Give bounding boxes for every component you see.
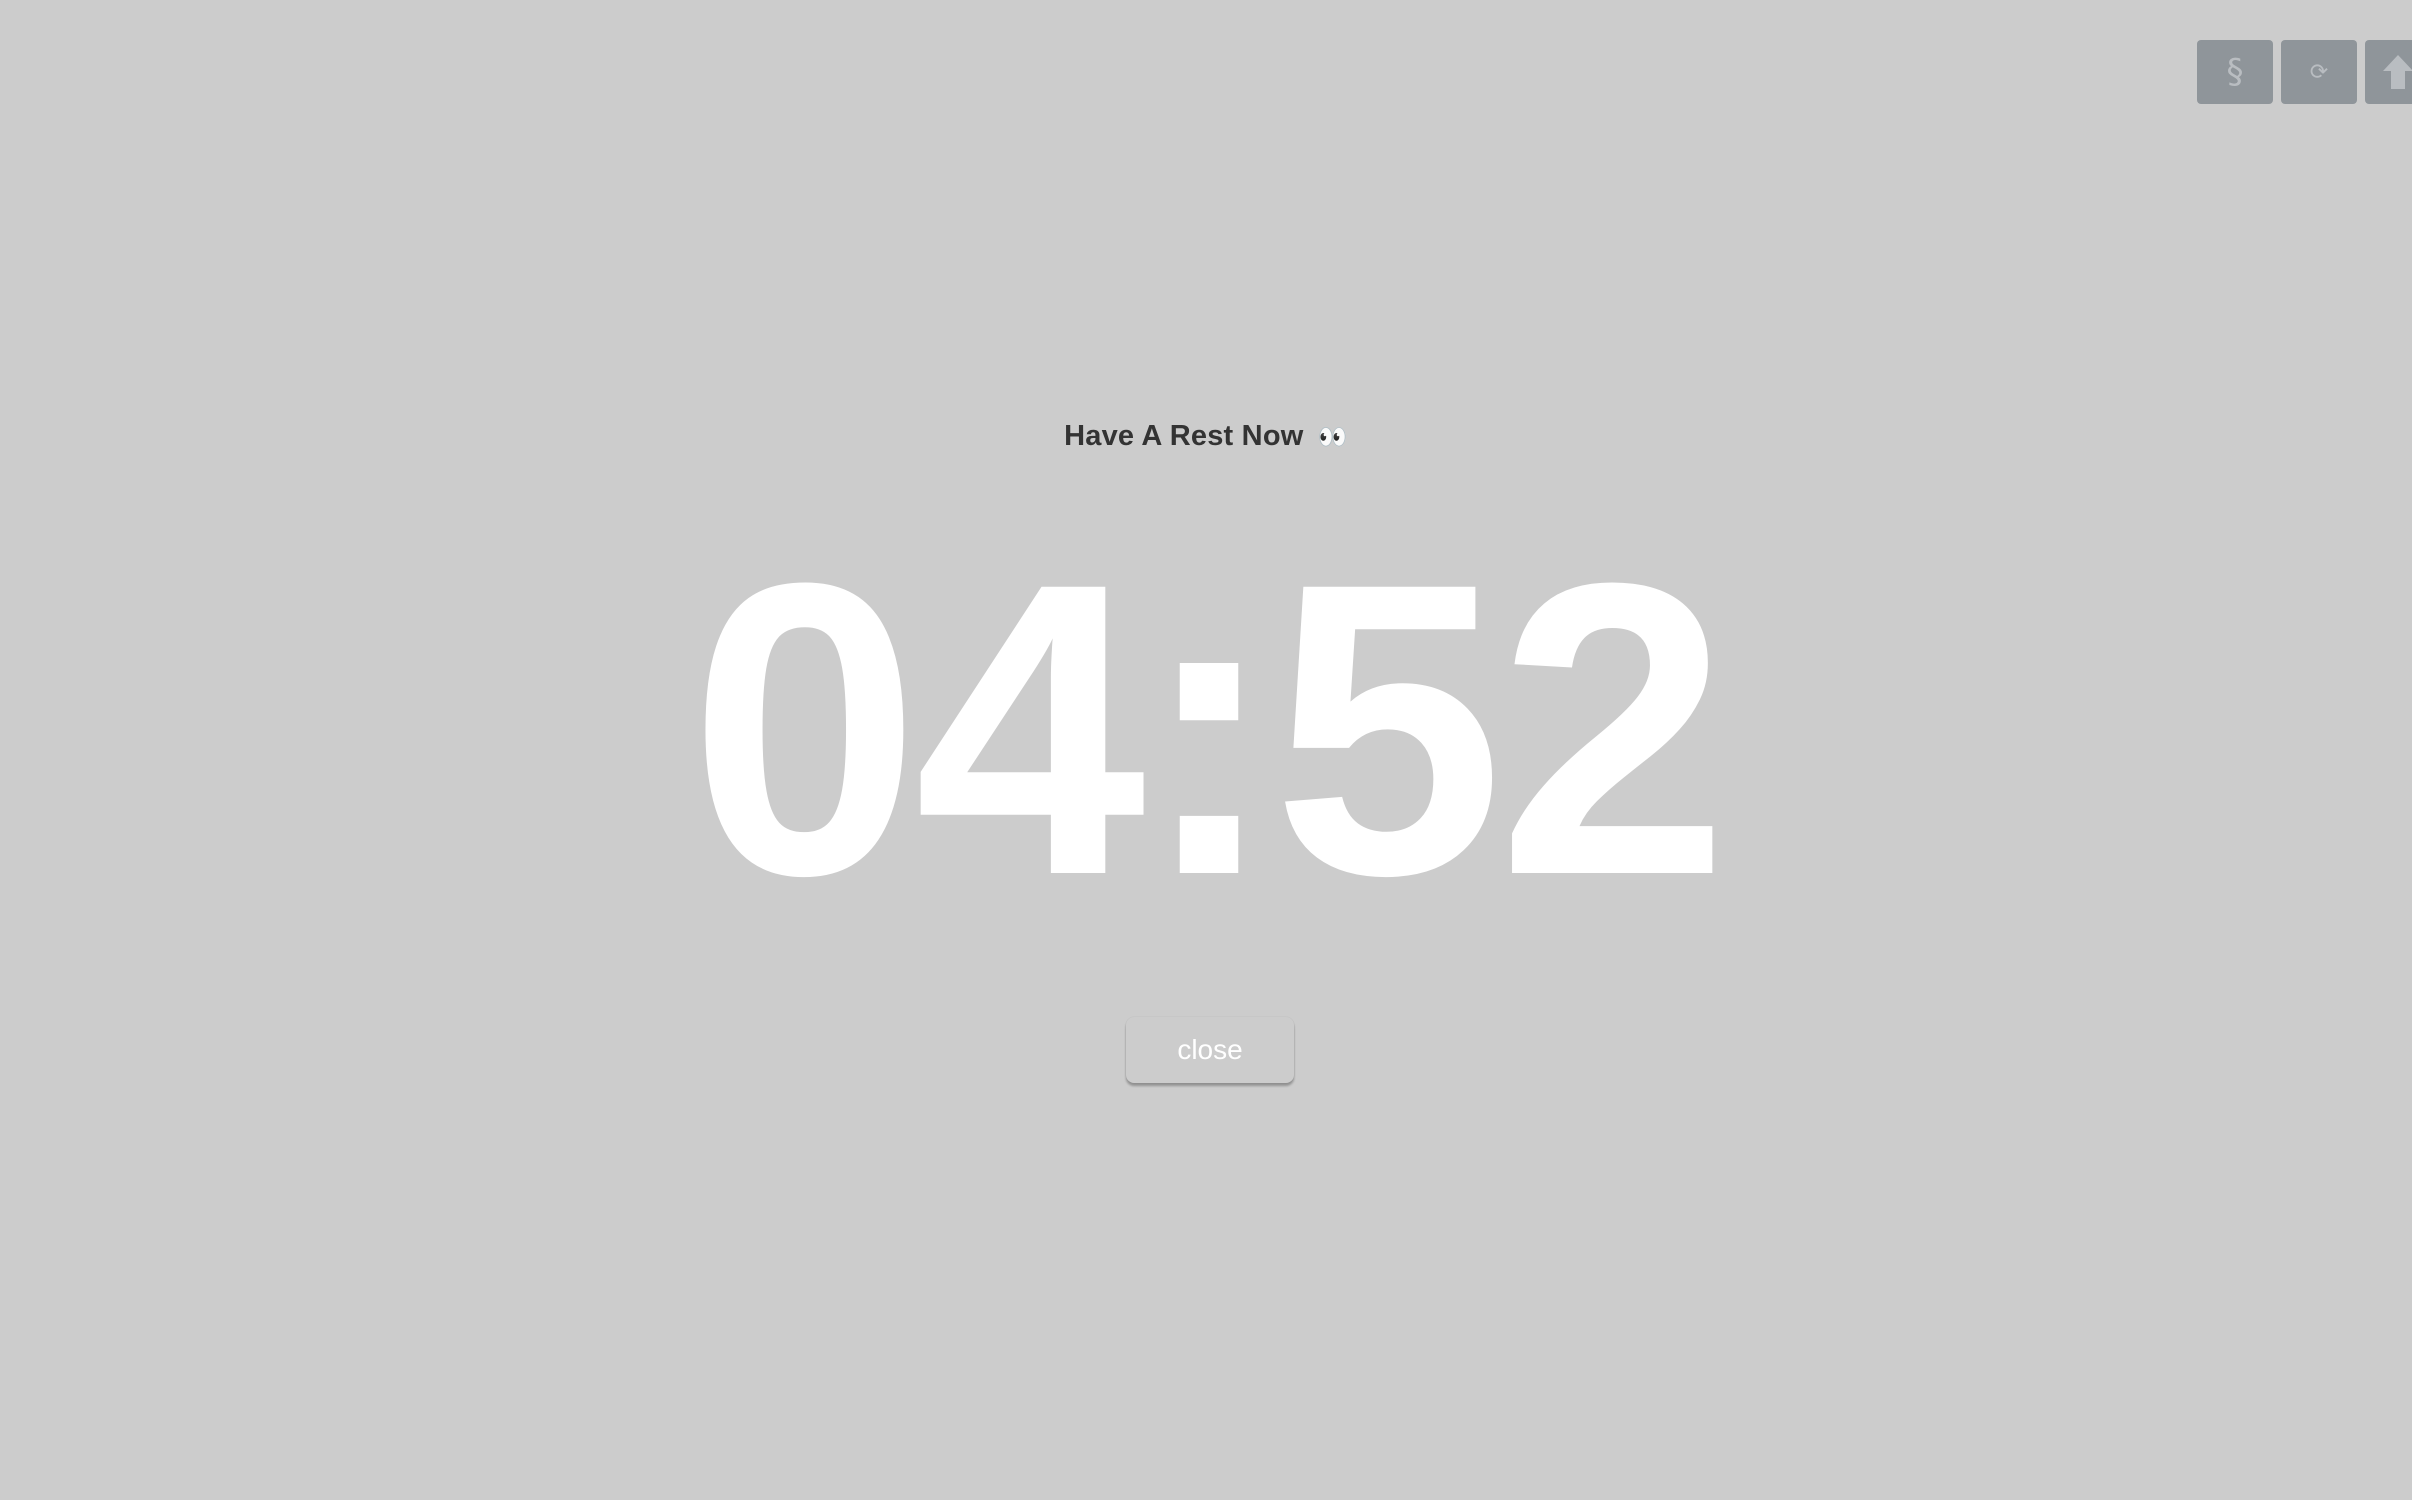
section-button[interactable]: § xyxy=(2197,40,2273,104)
refresh-button[interactable]: ⟳ xyxy=(2281,40,2357,104)
arrow-up-icon xyxy=(2383,55,2412,89)
countdown-timer: 04:52 xyxy=(689,497,1729,962)
upload-button[interactable] xyxy=(2365,40,2412,104)
section-sign-icon: § xyxy=(2226,52,2244,92)
top-right-toolbar: § ⟳ xyxy=(2197,40,2412,104)
close-button[interactable]: close xyxy=(1126,1017,1294,1083)
rest-title: Have A Rest Now 👀 xyxy=(0,420,2412,453)
rest-title-text: Have A Rest Now xyxy=(1064,420,1304,452)
eyes-icon: 👀 xyxy=(1317,424,1348,451)
rest-screen: § ⟳ Have A Rest Now 👀 04:52 close xyxy=(0,0,2412,1500)
refresh-icon: ⟳ xyxy=(2309,59,2329,85)
